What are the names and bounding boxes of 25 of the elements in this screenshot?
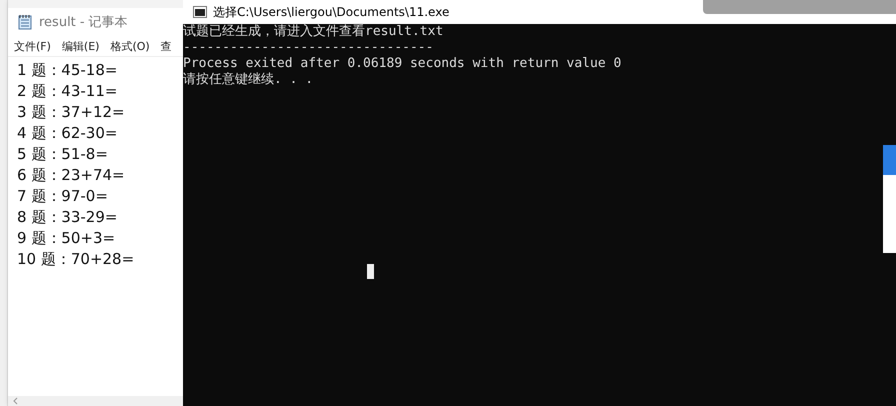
menu-item[interactable]: 格式(O) bbox=[110, 38, 150, 54]
menu-item[interactable]: 文件(F) bbox=[14, 38, 51, 54]
window-title: result - 记事本 bbox=[39, 14, 128, 31]
text-cursor bbox=[367, 264, 374, 279]
text-line: 2 题：43-11= bbox=[17, 81, 118, 102]
text-line: 1 题：45-18= bbox=[17, 60, 118, 81]
scroll-bar[interactable] bbox=[8, 396, 183, 406]
text-line: 6 题：23+74= bbox=[17, 165, 126, 186]
chevron-left-icon[interactable] bbox=[12, 397, 20, 405]
text-line: 10 题：70+28= bbox=[17, 249, 136, 270]
console-line: 试题已经生成，请进入文件查看result.txt bbox=[183, 24, 444, 40]
window-title: 选择C:\Users\liergou\Documents\11.exe bbox=[213, 4, 450, 20]
console-line: Process exited after 0.06189 seconds with return value 0 bbox=[183, 56, 622, 72]
console-icon bbox=[193, 6, 207, 18]
text-line: 8 题：33-29= bbox=[17, 207, 118, 228]
text-line: 3 题：37+12= bbox=[17, 102, 126, 123]
text-line: 7 题：97-0= bbox=[17, 186, 109, 207]
console-line: -------------------------------- bbox=[183, 40, 434, 56]
menu-item[interactable]: 编辑(E) bbox=[62, 38, 100, 54]
text-line: 5 题：51-8= bbox=[17, 144, 109, 165]
console-line: 请按任意键继续. . . bbox=[183, 72, 314, 88]
menu-item[interactable]: 查 bbox=[160, 38, 172, 54]
text-line: 4 题：62-30= bbox=[17, 123, 118, 144]
notepad-icon bbox=[17, 14, 33, 30]
text-line: 9 题：50+3= bbox=[17, 228, 116, 249]
